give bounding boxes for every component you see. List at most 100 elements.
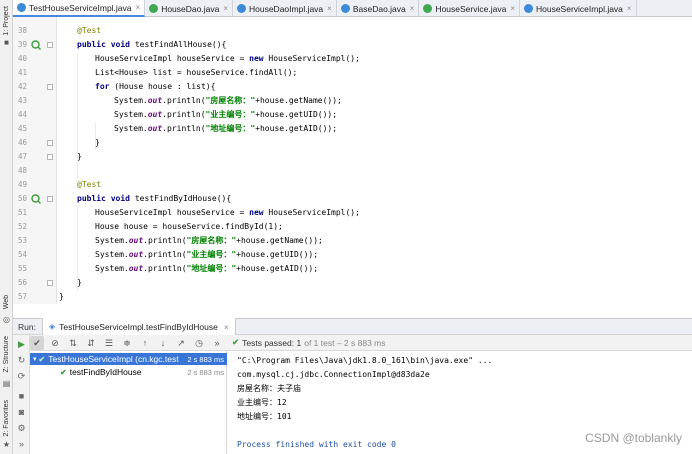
fold-marker[interactable] bbox=[47, 154, 53, 160]
run-label: Run: bbox=[18, 321, 36, 332]
camera-icon[interactable]: ◙ bbox=[16, 407, 27, 418]
test-tree[interactable]: ▾ ✔ TestHouseServiceImpl (cn.kgc.test 2 … bbox=[30, 351, 227, 454]
test-config-icon: ◈ bbox=[48, 322, 56, 331]
web-icon[interactable]: ◎ bbox=[2, 315, 11, 324]
code-line-41: List<House> list = houseService.findAll(… bbox=[95, 68, 298, 77]
tab-house-service[interactable]: HouseService.java × bbox=[419, 0, 520, 17]
line-number: 47 bbox=[17, 152, 27, 161]
star-icon[interactable]: ★ bbox=[2, 440, 11, 449]
editor-gutter: 38 39 40 41 42 43 44 45 46 47 48 49 50 5… bbox=[13, 17, 57, 304]
run-tool-window-header: Run: ◈ TestHouseServiceImpl.testFindById… bbox=[13, 318, 692, 335]
show-passed-icon[interactable]: ✔ bbox=[30, 335, 44, 350]
fold-marker[interactable] bbox=[47, 42, 53, 48]
run-side-toolbar: ▶ ↻ ⟳ ■ ◙ ⚙ » bbox=[13, 335, 30, 454]
line-number: 41 bbox=[17, 68, 27, 77]
show-ignored-icon[interactable]: ⊘ bbox=[48, 336, 62, 350]
fold-marker[interactable] bbox=[47, 140, 53, 146]
code-line-51: HouseServiceImpl houseService = new Hous… bbox=[95, 208, 360, 217]
web-tool-tab[interactable]: Web bbox=[0, 290, 13, 314]
watermark: CSDN @toblankly bbox=[585, 431, 682, 445]
fold-marker[interactable] bbox=[47, 84, 53, 90]
chevron-down-icon[interactable]: ▾ bbox=[33, 355, 37, 363]
code-line-52: House house = houseService.findById(1); bbox=[95, 222, 283, 231]
check-icon: ✔ bbox=[38, 354, 46, 364]
line-number: 50 bbox=[17, 194, 27, 203]
stop-icon[interactable]: ■ bbox=[16, 391, 27, 402]
line-number: 42 bbox=[17, 82, 27, 91]
test-status: ✔ Tests passed: 1 of 1 test – 2 s 883 ms bbox=[232, 337, 386, 348]
tab-house-dao[interactable]: HouseDao.java × bbox=[145, 0, 233, 17]
close-icon[interactable]: × bbox=[627, 4, 632, 13]
favorites-tool-tab[interactable]: 2: Favorites bbox=[0, 398, 13, 438]
close-icon[interactable]: × bbox=[136, 3, 141, 12]
fold-marker[interactable] bbox=[47, 280, 53, 286]
code-line-38: @Test bbox=[77, 26, 102, 35]
interface-icon bbox=[149, 4, 159, 13]
export-icon[interactable]: ↗ bbox=[174, 336, 188, 350]
collapse-all-icon[interactable]: ≑ bbox=[120, 336, 134, 350]
code-line-40: HouseServiceImpl houseService = new Hous… bbox=[95, 54, 360, 63]
line-number: 55 bbox=[17, 264, 27, 273]
code-line-43: System.out.println("房屋名称："+house.getName… bbox=[114, 96, 342, 105]
line-number: 54 bbox=[17, 250, 27, 259]
console-exit-line: Process finished with exit code 0 bbox=[237, 440, 396, 449]
close-icon[interactable]: × bbox=[223, 4, 228, 13]
class-icon bbox=[236, 4, 246, 13]
close-icon[interactable]: × bbox=[510, 4, 515, 13]
code-line-53: System.out.println("房屋名称："+house.getName… bbox=[95, 236, 323, 245]
code-line-55: System.out.println("地址编号："+house.getAID(… bbox=[95, 264, 319, 273]
test-tree-item[interactable]: ✔ testFindByIdHouse 2 s 883 ms bbox=[30, 366, 227, 378]
run-config-tab[interactable]: ◈ TestHouseServiceImpl.testFindByIdHouse… bbox=[41, 318, 236, 335]
console-line: 业主编号：12 bbox=[237, 398, 287, 407]
line-number: 51 bbox=[17, 208, 27, 217]
interface-icon bbox=[423, 4, 433, 13]
line-number: 38 bbox=[17, 26, 27, 35]
code-line-47: } bbox=[77, 152, 82, 161]
code-editor[interactable]: 38 39 40 41 42 43 44 45 46 47 48 49 50 5… bbox=[13, 17, 692, 304]
check-icon: ✔ bbox=[232, 337, 240, 347]
tab-test-house-service-impl[interactable]: TestHouseServiceImpl.java × bbox=[13, 0, 146, 17]
code-line-49: @Test bbox=[77, 180, 102, 189]
tab-base-dao[interactable]: BaseDao.java × bbox=[337, 0, 420, 17]
history-icon[interactable]: ◷ bbox=[192, 336, 206, 350]
run-test-gutter-icon[interactable] bbox=[31, 40, 41, 50]
console-line: 地址编号：101 bbox=[237, 412, 292, 421]
line-number: 56 bbox=[17, 278, 27, 287]
expand-all-icon[interactable]: ☰ bbox=[102, 336, 116, 350]
expand-icon[interactable]: » bbox=[16, 439, 27, 450]
rerun-icon[interactable]: ▶ bbox=[16, 339, 27, 350]
next-test-icon[interactable]: ↓ bbox=[156, 336, 170, 350]
tab-house-dao-impl[interactable]: HouseDaoImpl.java × bbox=[233, 0, 337, 17]
line-number: 40 bbox=[17, 54, 27, 63]
sort-duration-icon[interactable]: ⇵ bbox=[84, 336, 98, 350]
more-icon[interactable]: » bbox=[210, 336, 224, 350]
toggle-auto-test-icon[interactable]: ⟳ bbox=[16, 371, 27, 382]
fold-marker[interactable] bbox=[47, 196, 53, 202]
structure-tool-tab[interactable]: Z: Structure bbox=[0, 330, 13, 378]
sort-alpha-icon[interactable]: ⇅ bbox=[66, 336, 80, 350]
folder-icon[interactable]: ■ bbox=[2, 38, 11, 47]
class-icon bbox=[17, 3, 26, 12]
line-number: 49 bbox=[17, 180, 27, 189]
line-number: 53 bbox=[17, 236, 27, 245]
line-number: 46 bbox=[17, 138, 27, 147]
close-icon[interactable]: × bbox=[327, 4, 332, 13]
structure-icon[interactable]: ▤ bbox=[2, 379, 11, 388]
rerun-failed-icon[interactable]: ↻ bbox=[16, 355, 27, 366]
tab-house-service-impl[interactable]: HouseServiceImpl.java × bbox=[520, 0, 637, 17]
test-tree-root[interactable]: ▾ ✔ TestHouseServiceImpl (cn.kgc.test 2 … bbox=[30, 353, 227, 365]
run-test-gutter-icon[interactable] bbox=[31, 194, 41, 204]
close-icon[interactable]: × bbox=[224, 322, 229, 332]
settings-icon[interactable]: ⚙ bbox=[16, 423, 27, 434]
class-icon bbox=[523, 4, 533, 13]
close-icon[interactable]: × bbox=[410, 4, 415, 13]
code-line-39: public void testFindAllHouse(){ bbox=[77, 40, 227, 49]
previous-test-icon[interactable]: ↑ bbox=[138, 336, 152, 350]
line-number: 44 bbox=[17, 110, 27, 119]
code-line-57: } bbox=[59, 292, 64, 301]
left-tool-strip: ■ 1: Project ◎ Web Z: Structure ▤ 2: Fav… bbox=[0, 0, 13, 454]
line-number: 45 bbox=[17, 124, 27, 133]
code-area[interactable]: @Test public void testFindAllHouse(){ Ho… bbox=[57, 17, 692, 304]
check-icon: ✔ bbox=[60, 367, 67, 377]
project-tool-tab[interactable]: 1: Project bbox=[0, 4, 13, 38]
